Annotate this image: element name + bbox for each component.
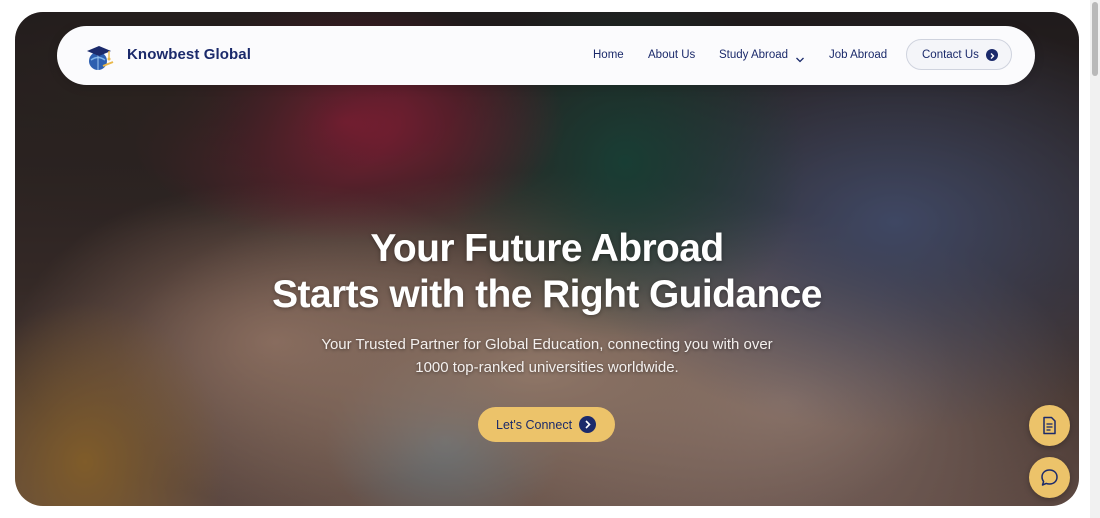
contact-us-label: Contact Us [922, 49, 979, 61]
hero-section: Knowbest Global Home About Us Study Abro… [15, 12, 1079, 506]
nav-home-link[interactable]: Home [593, 49, 624, 61]
scrollbar-thumb[interactable] [1092, 2, 1098, 76]
lets-connect-button[interactable]: Let's Connect [478, 407, 615, 442]
chat-bubble-icon [1041, 469, 1058, 486]
nav-study-abroad-link[interactable]: Study Abroad [719, 49, 788, 61]
arrow-right-circle-icon [579, 416, 596, 433]
graduation-globe-icon[interactable] [83, 42, 115, 72]
hero-subtitle-line2: 1000 top-ranked universities worldwide. [415, 359, 679, 376]
chat-fab-button[interactable] [1029, 457, 1070, 498]
brand-name[interactable]: Knowbest Global [127, 46, 251, 63]
contact-us-button[interactable]: Contact Us [906, 39, 1012, 70]
chevron-down-icon[interactable] [795, 51, 805, 63]
hero-headline-line1: Your Future Abroad [370, 227, 724, 270]
nav-job-abroad-link[interactable]: Job Abroad [829, 49, 887, 61]
nav-about-link[interactable]: About Us [648, 49, 695, 61]
top-navbar: Knowbest Global Home About Us Study Abro… [57, 26, 1035, 85]
page-scrollbar[interactable] [1090, 0, 1100, 518]
lets-connect-label: Let's Connect [496, 418, 573, 432]
document-icon [1043, 416, 1056, 435]
arrow-right-circle-icon [986, 49, 998, 61]
document-fab-button[interactable] [1029, 405, 1070, 446]
hero-headline-line2: Starts with the Right Guidance [272, 273, 822, 316]
hero-subtitle-line1: Your Trusted Partner for Global Educatio… [321, 336, 773, 353]
